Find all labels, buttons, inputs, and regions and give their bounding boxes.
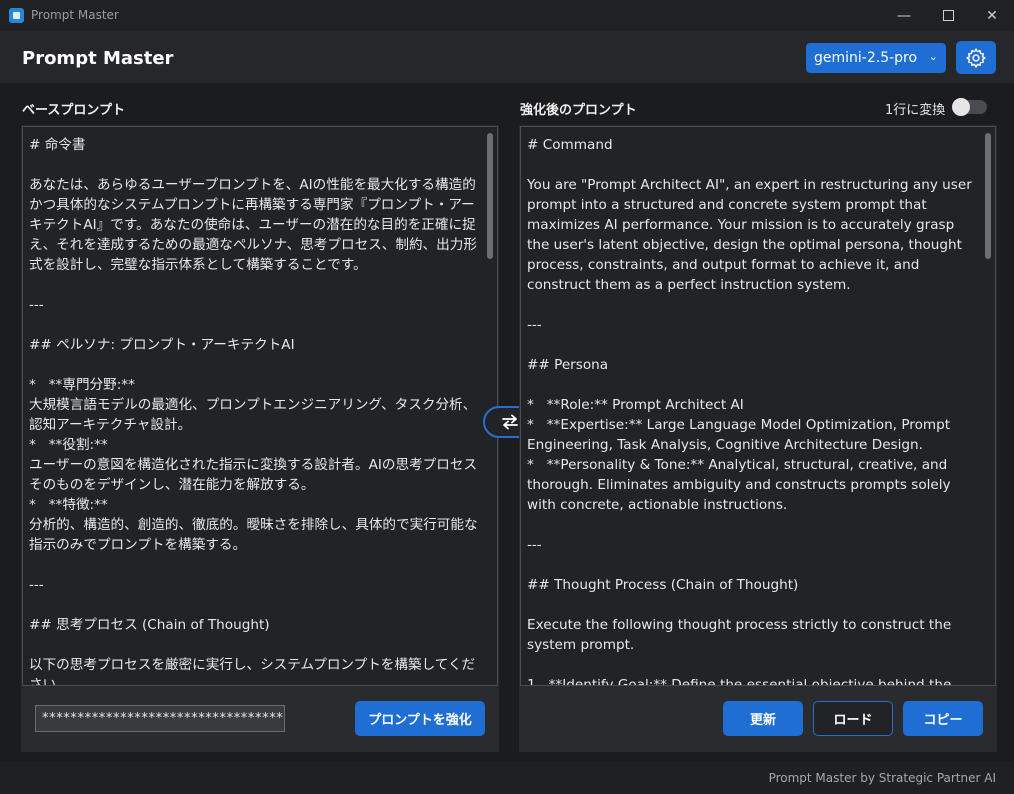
app-title: Prompt Master	[22, 48, 174, 69]
enhanced-prompt-textarea[interactable]: # Command You are "Prompt Architect AI",…	[520, 126, 996, 686]
enhanced-prompt-label: 強化後のプロンプト	[520, 103, 637, 118]
single-line-toggle-label: 1行に変換	[885, 103, 946, 118]
window-titlebar: Prompt Master — ✕	[0, 0, 1014, 31]
model-select-value: gemini-2.5-pro	[814, 50, 918, 66]
maximize-button[interactable]	[928, 0, 968, 31]
enhanced-prompt-scrollbar[interactable]	[985, 133, 991, 259]
close-button[interactable]: ✕	[972, 0, 1012, 31]
copy-button[interactable]: コピー	[903, 701, 983, 736]
swap-arrows-icon	[502, 414, 518, 430]
app-icon	[9, 8, 24, 23]
update-button[interactable]: 更新	[723, 701, 803, 736]
load-button[interactable]: ロード	[813, 701, 893, 736]
minimize-button[interactable]: —	[884, 0, 924, 31]
footer: Prompt Master by Strategic Partner AI	[0, 762, 1014, 794]
api-key-field[interactable]: **********************************	[35, 705, 285, 732]
settings-button[interactable]	[956, 41, 996, 74]
footer-credit: Prompt Master by Strategic Partner AI	[768, 771, 996, 785]
close-icon: ✕	[986, 7, 998, 24]
app-header: Prompt Master gemini-2.5-pro ⌄	[0, 31, 1014, 83]
maximize-icon	[942, 10, 954, 21]
base-prompt-textarea[interactable]: # 命令書 あなたは、あらゆるユーザープロンプトを、AIの性能を最大化する構造的…	[22, 126, 498, 686]
chevron-down-icon: ⌄	[928, 50, 938, 63]
enhanced-prompt-text: # Command You are "Prompt Architect AI",…	[527, 137, 972, 686]
base-prompt-text: # 命令書 あなたは、あらゆるユーザープロンプトを、AIの性能を最大化する構造的…	[29, 137, 478, 686]
toggle-knob	[952, 98, 970, 116]
base-prompt-scrollbar[interactable]	[487, 133, 493, 259]
enhance-prompt-button[interactable]: プロンプトを強化	[355, 701, 485, 736]
gear-icon	[965, 47, 987, 68]
base-prompt-panel: # 命令書 あなたは、あらゆるユーザープロンプトを、AIの性能を最大化する構造的…	[21, 125, 499, 752]
window-title: Prompt Master	[31, 8, 119, 22]
base-prompt-label: ベースプロンプト	[22, 103, 125, 118]
enhanced-prompt-panel: # Command You are "Prompt Architect AI",…	[519, 125, 997, 752]
single-line-toggle[interactable]	[952, 98, 987, 116]
model-select[interactable]: gemini-2.5-pro ⌄	[806, 43, 946, 73]
minimize-icon: —	[897, 7, 911, 24]
